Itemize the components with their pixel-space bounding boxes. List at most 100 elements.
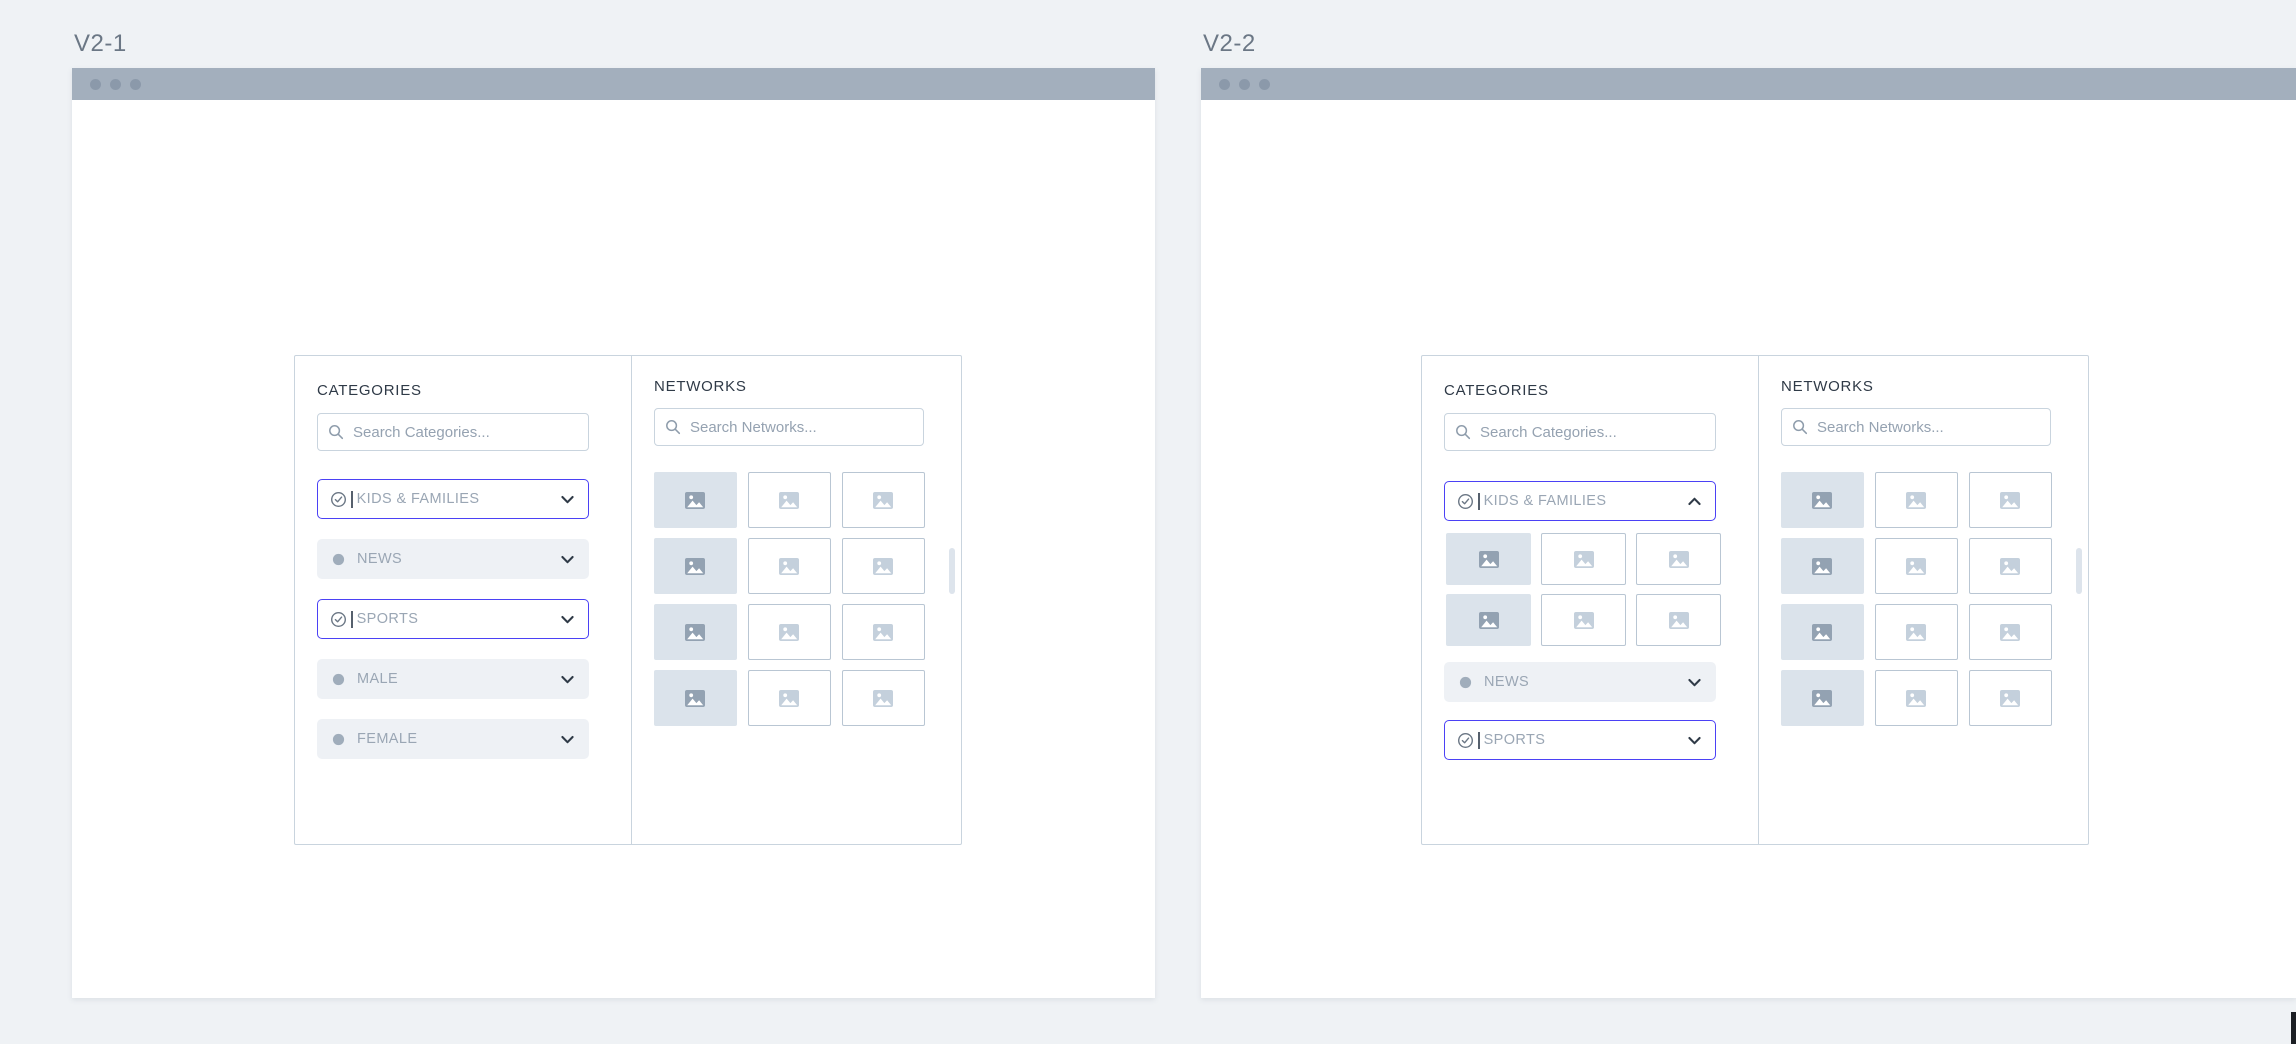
search-networks-placeholder: Search Networks... <box>689 418 817 436</box>
category-row-female[interactable]: FEMALE <box>317 719 589 759</box>
window-dot-maximize[interactable] <box>1259 78 1270 90</box>
category-label: KIDS & FAMILIES <box>356 491 480 507</box>
network-tile[interactable] <box>747 472 831 528</box>
network-tile[interactable] <box>1968 538 2052 594</box>
network-tile[interactable] <box>1541 533 1626 585</box>
network-tile[interactable] <box>1780 538 1864 594</box>
search-categories-input[interactable]: Search Categories... <box>317 413 589 451</box>
network-tile[interactable] <box>1780 472 1864 528</box>
networks-column: NETWORKS Search Networks... <box>1757 356 2088 844</box>
search-icon <box>666 420 681 435</box>
dot-icon <box>332 733 345 745</box>
category-row-sports[interactable]: SPORTS <box>317 599 589 639</box>
image-placeholder-icon <box>779 491 800 509</box>
network-tile[interactable] <box>1968 472 2052 528</box>
expanded-networks-tile-grid <box>1446 533 1734 646</box>
image-placeholder-icon <box>685 491 706 509</box>
network-tile[interactable] <box>747 604 831 660</box>
network-tile[interactable] <box>1874 472 1958 528</box>
network-tile[interactable] <box>1780 670 1864 726</box>
image-placeholder-icon <box>1573 611 1594 629</box>
search-networks-input[interactable]: Search Networks... <box>653 408 924 446</box>
image-placeholder-icon <box>1812 557 1833 575</box>
window-dot-close[interactable] <box>90 78 101 90</box>
chevron-down-icon[interactable] <box>558 490 577 509</box>
networks-scrollbar-thumb[interactable] <box>949 548 955 594</box>
network-tile[interactable] <box>1874 604 1958 660</box>
network-tile[interactable] <box>1636 594 1721 646</box>
network-tile[interactable] <box>1446 533 1531 585</box>
chevron-down-icon[interactable] <box>558 550 577 569</box>
chevron-down-icon[interactable] <box>1685 673 1704 692</box>
chevron-up-icon[interactable] <box>1685 492 1704 511</box>
categories-column: CATEGORIES Search Categories... KIDS & F… <box>295 356 631 844</box>
categories-list: KIDS & FAMILIES NEWS SPORTS <box>1444 481 1736 760</box>
network-tile[interactable] <box>747 670 831 726</box>
category-row-kids-and-families[interactable]: KIDS & FAMILIES <box>1444 481 1716 521</box>
category-label: NEWS <box>357 551 403 567</box>
image-placeholder-icon <box>873 557 894 575</box>
dot-icon <box>332 673 345 685</box>
network-tile[interactable] <box>1968 604 2052 660</box>
image-placeholder-icon <box>779 623 800 641</box>
artboard-label-v2-2: V2-2 <box>1203 30 1256 57</box>
image-placeholder-icon <box>2000 689 2021 707</box>
artboard-label-v2-1: V2-1 <box>74 30 127 57</box>
network-tile[interactable] <box>1968 670 2052 726</box>
image-placeholder-icon <box>1906 623 1927 641</box>
category-label: KIDS & FAMILIES <box>1483 493 1607 509</box>
network-tile[interactable] <box>653 472 737 528</box>
canvas: V2-1 CATEGORIES Search Categories... KID… <box>0 0 2296 1044</box>
image-placeholder-icon <box>1668 611 1689 629</box>
search-networks-input[interactable]: Search Networks... <box>1780 408 2051 446</box>
category-row-news[interactable]: NEWS <box>317 539 589 579</box>
window-dot-maximize[interactable] <box>130 78 141 90</box>
network-tile[interactable] <box>653 604 737 660</box>
category-label: NEWS <box>1484 674 1530 690</box>
chevron-down-icon[interactable] <box>558 670 577 689</box>
network-tile[interactable] <box>841 472 925 528</box>
category-row-male[interactable]: MALE <box>317 659 589 699</box>
image-placeholder-icon <box>779 689 800 707</box>
check-circle-icon <box>1457 493 1474 509</box>
network-tile[interactable] <box>1541 594 1626 646</box>
network-tile[interactable] <box>1874 538 1958 594</box>
offscreen-window-edge <box>2291 1012 2296 1044</box>
image-placeholder-icon <box>685 623 706 641</box>
window-dot-minimize[interactable] <box>110 78 121 90</box>
chevron-down-icon[interactable] <box>1685 731 1704 750</box>
browser-chrome-bar <box>72 68 1155 100</box>
search-categories-input[interactable]: Search Categories... <box>1444 413 1716 451</box>
network-tile[interactable] <box>1636 533 1721 585</box>
network-tile[interactable] <box>841 538 925 594</box>
window-dot-minimize[interactable] <box>1239 78 1250 90</box>
network-tile[interactable] <box>653 670 737 726</box>
image-placeholder-icon <box>779 557 800 575</box>
category-row-kids-and-families[interactable]: KIDS & FAMILIES <box>317 479 589 519</box>
search-categories-placeholder: Search Categories... <box>1480 423 1617 441</box>
category-row-sports[interactable]: SPORTS <box>1444 720 1716 760</box>
network-tile[interactable] <box>1780 604 1864 660</box>
network-tile[interactable] <box>1446 594 1531 646</box>
categories-heading: CATEGORIES <box>317 382 422 399</box>
browser-window-v2-2: CATEGORIES Search Categories... KIDS & F… <box>1201 68 2296 998</box>
chevron-down-icon[interactable] <box>558 610 577 629</box>
image-placeholder-icon <box>685 557 706 575</box>
window-dot-close[interactable] <box>1219 78 1230 90</box>
network-tile[interactable] <box>1874 670 1958 726</box>
browser-window-v2-1: CATEGORIES Search Categories... KIDS & F… <box>72 68 1155 998</box>
expanded-networks-panel <box>1444 533 1736 646</box>
browser-viewport-v2-1: CATEGORIES Search Categories... KIDS & F… <box>72 100 1155 998</box>
text-caret <box>351 610 353 628</box>
network-tile[interactable] <box>841 604 925 660</box>
chevron-down-icon[interactable] <box>558 730 577 749</box>
image-placeholder-icon <box>1478 550 1499 568</box>
networks-heading: NETWORKS <box>653 378 747 395</box>
text-caret <box>1478 731 1480 749</box>
network-tile[interactable] <box>841 670 925 726</box>
image-placeholder-icon <box>873 623 894 641</box>
networks-scrollbar-thumb[interactable] <box>2076 548 2082 594</box>
network-tile[interactable] <box>747 538 831 594</box>
network-tile[interactable] <box>653 538 737 594</box>
category-row-news[interactable]: NEWS <box>1444 662 1716 702</box>
